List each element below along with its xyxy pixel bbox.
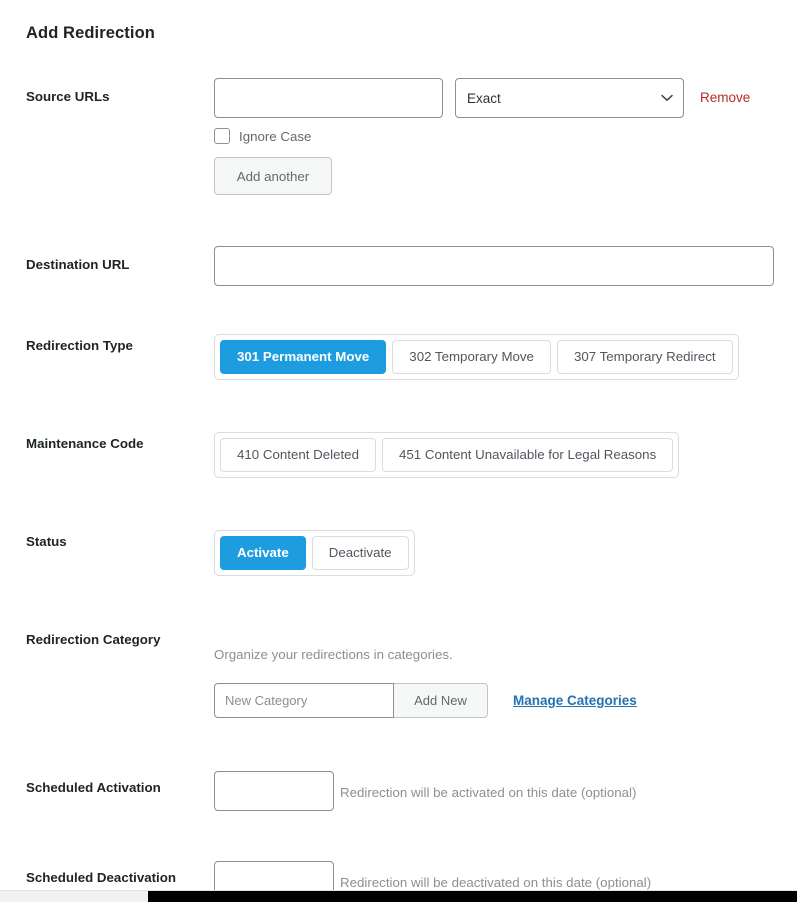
match-type-select-wrapper: Exact [455, 78, 684, 118]
maintenance-code-option-410[interactable]: 410 Content Deleted [220, 438, 376, 472]
destination-url-input[interactable] [214, 246, 774, 286]
scheduled-activation-helper: Redirection will be activated on this da… [340, 785, 637, 800]
source-urls-label: Source URLs [26, 89, 110, 104]
ignore-case-label: Ignore Case [239, 128, 312, 144]
maintenance-code-label: Maintenance Code [26, 436, 144, 451]
source-url-input[interactable] [214, 78, 443, 118]
destination-url-label: Destination URL [26, 257, 130, 272]
redirection-category-description: Organize your redirections in categories… [214, 647, 453, 662]
status-label: Status [26, 534, 67, 549]
match-type-select[interactable]: Exact [455, 78, 684, 118]
redirection-type-label: Redirection Type [26, 338, 133, 353]
new-category-input[interactable] [214, 683, 394, 718]
ignore-case-checkbox[interactable] [214, 128, 230, 144]
manage-categories-link[interactable]: Manage Categories [513, 693, 637, 708]
add-another-button[interactable]: Add another [214, 157, 332, 195]
status-group: Activate Deactivate [214, 530, 415, 576]
horizontal-scrollbar[interactable] [0, 890, 797, 902]
page-title: Add Redirection [26, 24, 155, 42]
maintenance-code-group: 410 Content Deleted 451 Content Unavaila… [214, 432, 680, 478]
remove-source-url-link[interactable]: Remove [700, 90, 750, 105]
horizontal-scrollbar-thumb[interactable] [148, 891, 797, 902]
redirection-type-option-301[interactable]: 301 Permanent Move [220, 340, 387, 374]
redirection-type-option-307[interactable]: 307 Temporary Redirect [556, 340, 733, 374]
redirection-type-option-302[interactable]: 302 Temporary Move [392, 340, 551, 374]
ignore-case-row[interactable]: Ignore Case [214, 128, 311, 144]
add-redirection-form-page: Add Redirection Source URLs Exact Remove [0, 0, 797, 902]
redirection-type-group: 301 Permanent Move 302 Temporary Move 30… [214, 334, 739, 380]
scheduled-deactivation-helper: Redirection will be deactivated on this … [340, 875, 652, 890]
scheduled-activation-label: Scheduled Activation [26, 780, 161, 795]
redirection-category-label: Redirection Category [26, 632, 161, 647]
add-new-category-button[interactable]: Add New [394, 683, 488, 718]
category-create-group: Add New Manage Categories [214, 683, 637, 718]
maintenance-code-option-451[interactable]: 451 Content Unavailable for Legal Reason… [381, 438, 674, 472]
status-option-deactivate[interactable]: Deactivate [311, 536, 409, 570]
scheduled-deactivation-label: Scheduled Deactivation [26, 870, 176, 885]
status-option-activate[interactable]: Activate [220, 536, 306, 570]
scheduled-activation-input[interactable] [214, 771, 334, 811]
